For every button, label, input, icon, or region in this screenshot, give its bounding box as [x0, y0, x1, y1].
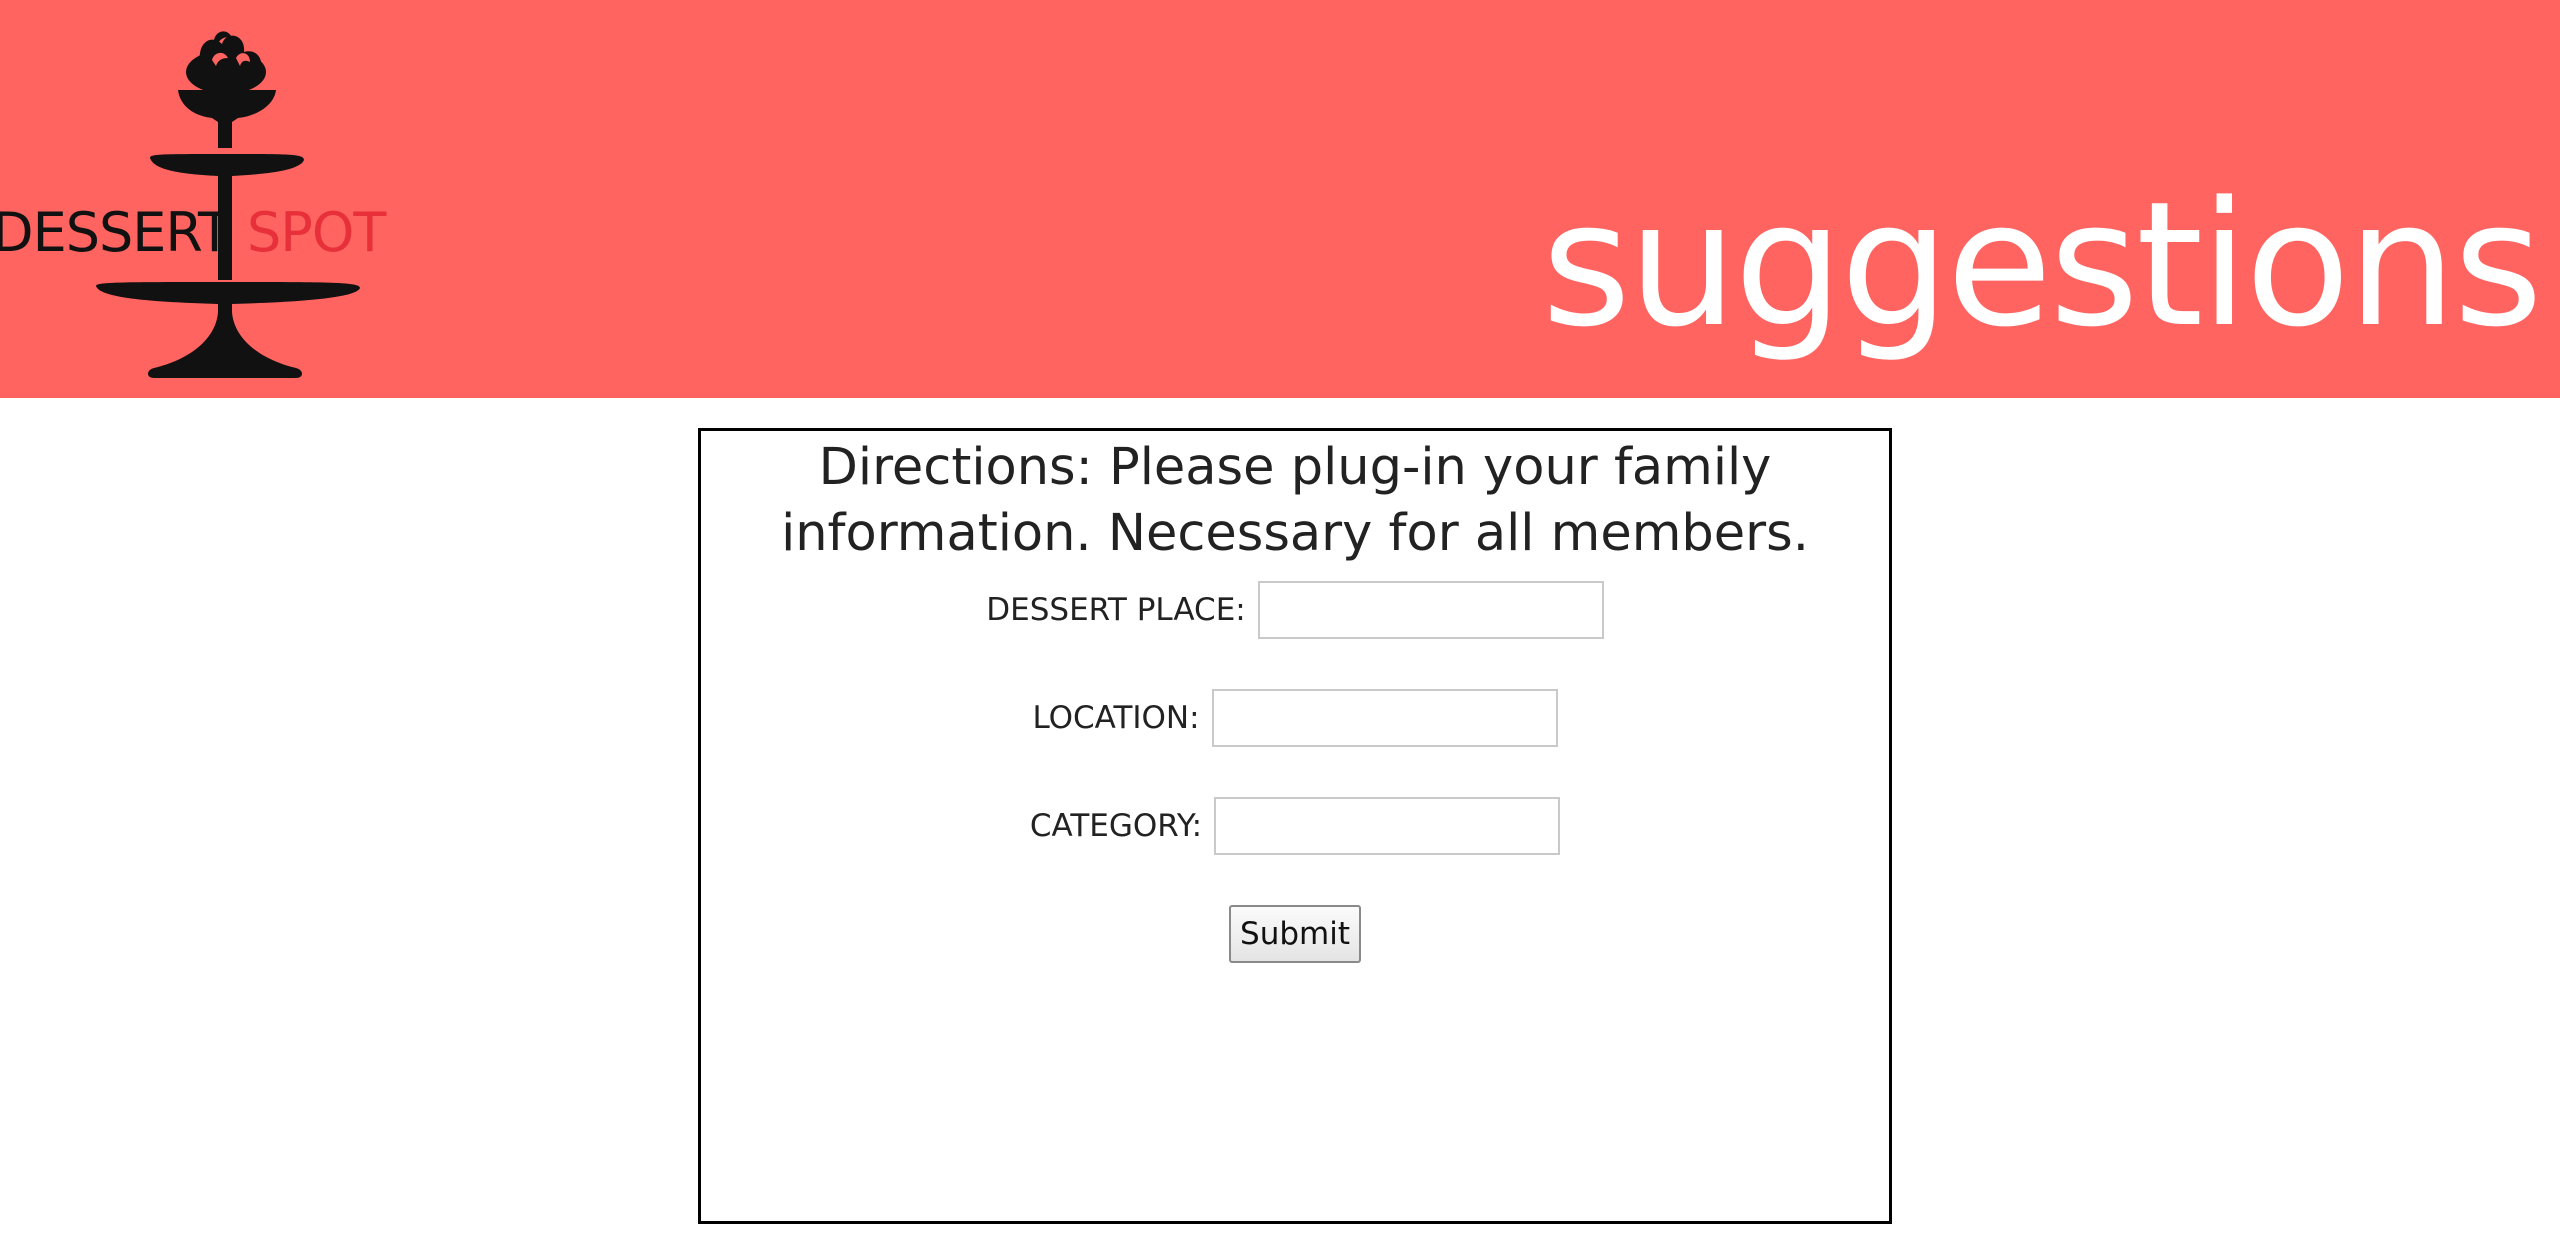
- dessert-spot-logo[interactable]: DESSERT SPOT: [0, 0, 400, 398]
- category-row: CATEGORY:: [701, 797, 1889, 855]
- dessert-place-row: DESSERT PLACE:: [701, 581, 1889, 639]
- form-directions: Directions: Please plug-in your family i…: [781, 438, 1809, 563]
- location-input[interactable]: [1211, 689, 1558, 747]
- category-input[interactable]: [1214, 797, 1561, 855]
- dessert-place-input[interactable]: [1257, 581, 1604, 639]
- page-header: DESSERT SPOT suggestions: [0, 0, 2560, 398]
- suggestion-form: Directions: Please plug-in your family i…: [698, 428, 1892, 1224]
- logo-text-spot: SPOT: [247, 201, 386, 264]
- page-title: suggestions: [1541, 164, 2543, 365]
- location-label: LOCATION:: [1032, 700, 1200, 736]
- location-row: LOCATION:: [701, 689, 1889, 747]
- logo-text-dessert: DESSERT: [0, 201, 231, 264]
- submit-row: Submit: [701, 905, 1889, 963]
- category-label: CATEGORY:: [1029, 808, 1203, 844]
- dessert-place-label: DESSERT PLACE:: [986, 592, 1246, 628]
- submit-button[interactable]: Submit: [1229, 905, 1361, 963]
